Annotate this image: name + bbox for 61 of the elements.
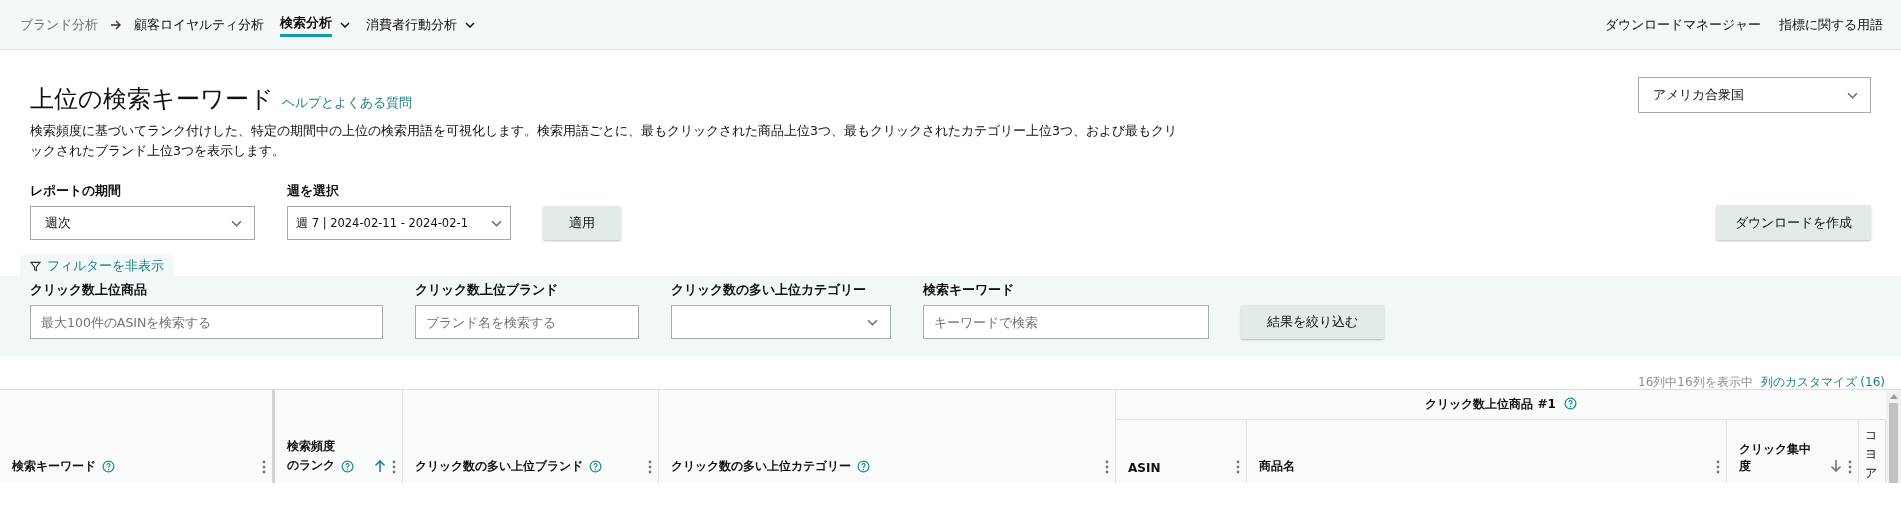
sort-up-icon[interactable] (374, 459, 386, 473)
chevron-down-icon (1847, 91, 1858, 99)
nav-tab[interactable]: ブランド分析 (20, 0, 98, 50)
chevron-down-icon (465, 21, 475, 28)
create-download-button[interactable]: ダウンロードを作成 (1716, 205, 1871, 240)
column-header: コヨア (1865, 427, 1877, 482)
chevron-down-icon (340, 21, 350, 28)
filter-label: クリック数の多い上位カテゴリー (671, 282, 867, 299)
help-icon[interactable] (1563, 397, 1577, 410)
search-field[interactable]: ブランド名を検索する (415, 305, 639, 339)
column-count: 16列中16列を表示中 (1638, 374, 1753, 389)
column-header: クリック数の多い上位ブランド (415, 458, 583, 475)
period-select[interactable]: 週次 (30, 206, 255, 240)
customize-columns-link[interactable]: 列のカスタマイズ (16) (1760, 374, 1885, 389)
country-select[interactable]: アメリカ合衆国 (1638, 77, 1871, 113)
page-description: 検索頻度に基づいてランク付けした、特定の期間中の上位の検索用語を可視化します。検索用語ごとに、最もクリックされた商品上位3つ、最もクリックされたカテゴリー上位3つ、および最もクリックされたブランド上位3つを表示します。 (30, 122, 1178, 160)
nav-tab[interactable]: 消費者行動分析 (366, 0, 475, 50)
column-menu-icon[interactable] (1105, 460, 1109, 474)
column-menu-icon[interactable] (392, 460, 396, 474)
filter-label: クリック数上位ブランド (415, 282, 559, 299)
filter-label: 検索キーワード (923, 282, 1015, 299)
chevron-down-icon (491, 219, 502, 227)
chevron-down-icon (867, 318, 878, 326)
chevron-down-icon (231, 219, 242, 227)
scroll-up-icon[interactable] (1889, 394, 1898, 399)
hide-filters-link[interactable]: フィルターを非表示 (20, 254, 174, 276)
category-select[interactable] (671, 305, 891, 339)
column-group-header: クリック数上位商品 #1 (1425, 396, 1556, 413)
sort-down-icon[interactable] (1830, 459, 1842, 473)
week-select[interactable]: 週 7 | 2024-02-11 - 2024-02-1 (287, 206, 511, 240)
scrollbar[interactable] (1886, 390, 1901, 483)
help-icon[interactable] (341, 460, 354, 473)
column-header: 検索頻度のランク (287, 438, 335, 474)
field-label: 週を選択 (287, 183, 340, 200)
column-menu-icon[interactable] (1848, 460, 1852, 474)
column-menu-icon[interactable] (1236, 460, 1240, 474)
column-header: 商品名 (1259, 458, 1295, 475)
column-menu-icon[interactable] (648, 460, 652, 474)
column-menu-icon[interactable] (1716, 460, 1720, 474)
search-field[interactable]: 最大100件のASINを検索する (30, 305, 383, 339)
refine-results-button[interactable]: 結果を絞り込む (1241, 305, 1384, 339)
nav-tab[interactable]: 検索分析 (280, 0, 350, 50)
column-header: クリック集中度 (1739, 441, 1812, 475)
column-header: 検索キーワード (12, 458, 96, 475)
field-label: レポートの期間 (30, 183, 122, 200)
help-icon[interactable] (589, 460, 602, 473)
help-icon[interactable] (857, 460, 870, 473)
search-field[interactable]: キーワードで検索 (923, 305, 1209, 339)
nav-link[interactable]: ダウンロードマネージャー (1605, 15, 1761, 34)
arrow-right-icon (110, 19, 122, 30)
apply-button[interactable]: 適用 (543, 206, 621, 240)
help-icon[interactable] (102, 460, 115, 473)
column-menu-icon[interactable] (262, 460, 266, 474)
nav-tab[interactable]: 顧客ロイヤルティ分析 (134, 0, 264, 50)
nav-link[interactable]: 指標に関する用語 (1779, 15, 1883, 34)
help-link[interactable]: ヘルプとよくある質問 (282, 94, 412, 112)
column-header: クリック数の多い上位カテゴリー (671, 458, 851, 475)
filter-icon (30, 260, 41, 272)
page-title: 上位の検索キーワード (30, 84, 274, 115)
column-header: ASIN (1128, 461, 1161, 475)
filter-label: クリック数上位商品 (30, 282, 148, 299)
